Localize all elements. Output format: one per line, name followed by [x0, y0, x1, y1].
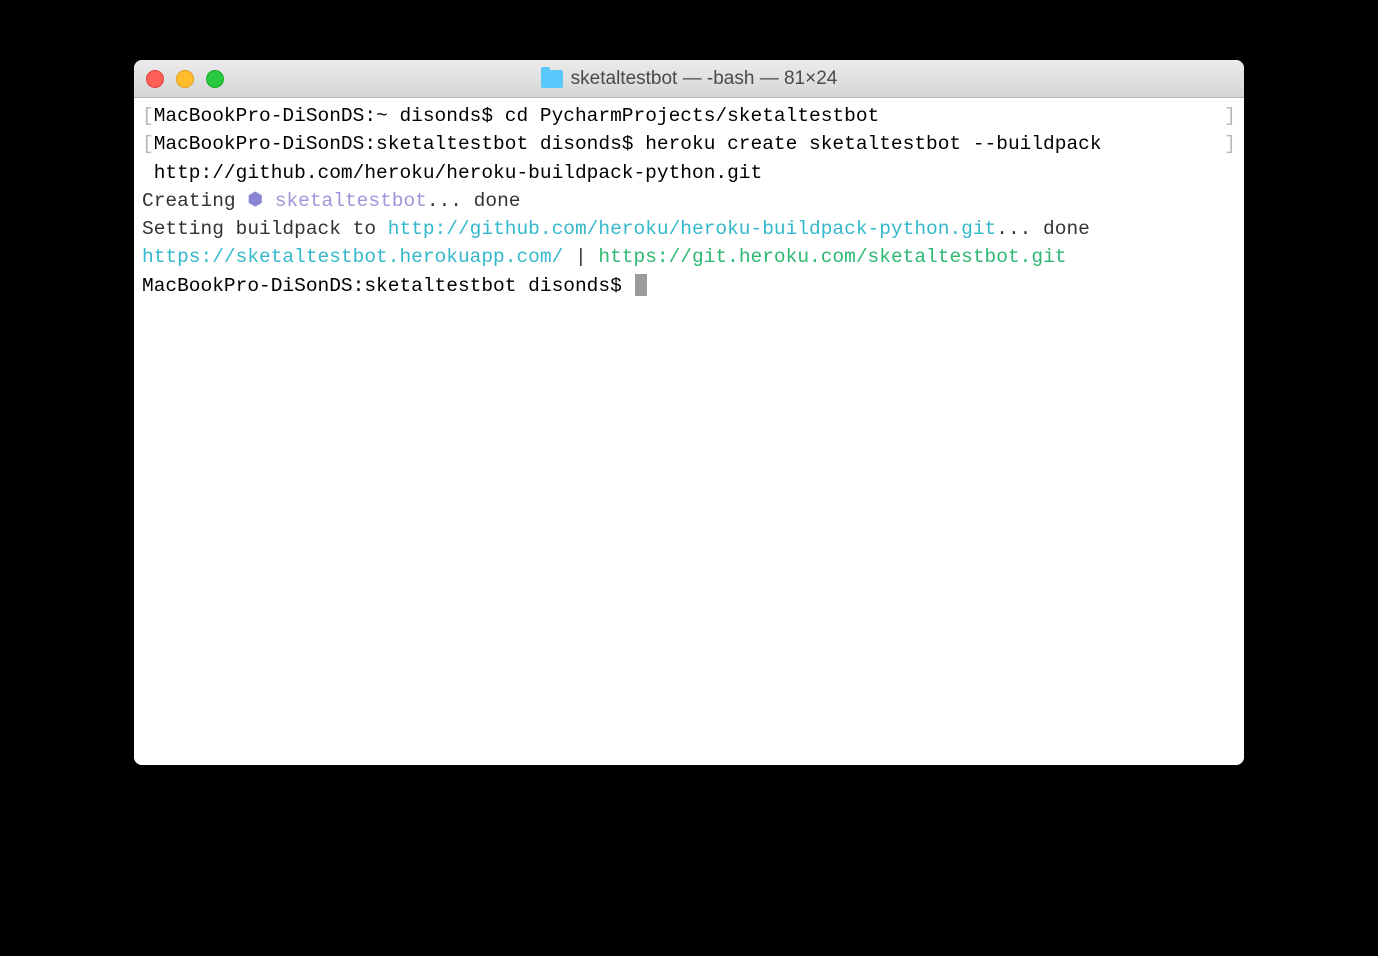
- creating-label: Creating: [142, 190, 247, 212]
- command-continuation: http://github.com/heroku/heroku-buildpac…: [142, 162, 762, 184]
- terminal-line: Creating ⬢ sketaltestbot... done: [142, 187, 1236, 215]
- app-url: https://sketaltestbot.herokuapp.com/: [142, 246, 563, 268]
- zoom-button[interactable]: [206, 70, 224, 88]
- terminal-line: Setting buildpack to http://github.com/h…: [142, 215, 1236, 243]
- close-button[interactable]: [146, 70, 164, 88]
- traffic-lights: [146, 70, 224, 88]
- command-text: heroku create sketaltestbot --buildpack: [645, 133, 1101, 155]
- shell-prompt: MacBookPro-DiSonDS:sketaltestbot disonds…: [154, 133, 634, 155]
- terminal-line: [MacBookPro-DiSonDS:~ disonds$ cd Pychar…: [142, 102, 1236, 130]
- command-text: cd PycharmProjects/sketaltestbot: [505, 105, 879, 127]
- terminal-line: http://github.com/heroku/heroku-buildpac…: [142, 159, 1236, 187]
- separator: |: [563, 246, 598, 268]
- window-titlebar[interactable]: sketaltestbot — -bash — 81×24: [134, 60, 1244, 98]
- terminal-line: MacBookPro-DiSonDS:sketaltestbot disonds…: [142, 272, 1236, 300]
- window-title: sketaltestbot — -bash — 81×24: [571, 68, 838, 90]
- shell-prompt: MacBookPro-DiSonDS:~ disonds$: [154, 105, 493, 127]
- setting-label: Setting buildpack to: [142, 218, 388, 240]
- bracket-right: ]: [1224, 130, 1236, 158]
- title-area: sketaltestbot — -bash — 81×24: [134, 68, 1244, 90]
- terminal-line: https://sketaltestbot.herokuapp.com/ | h…: [142, 243, 1236, 271]
- git-url: https://git.heroku.com/sketaltestbot.git: [598, 246, 1066, 268]
- done-text: ... done: [427, 190, 521, 212]
- bracket-left: [: [142, 105, 154, 127]
- done-text: ... done: [996, 218, 1090, 240]
- cursor: [635, 274, 647, 296]
- app-name: sketaltestbot: [275, 190, 427, 212]
- shell-prompt: MacBookPro-DiSonDS:sketaltestbot disonds…: [142, 275, 622, 297]
- bracket-right: ]: [1224, 102, 1236, 130]
- terminal-content[interactable]: [MacBookPro-DiSonDS:~ disonds$ cd Pychar…: [134, 98, 1244, 765]
- minimize-button[interactable]: [176, 70, 194, 88]
- terminal-line: [MacBookPro-DiSonDS:sketaltestbot disond…: [142, 130, 1236, 158]
- folder-icon: [541, 70, 563, 88]
- hexagon-icon: ⬢: [247, 188, 263, 214]
- bracket-left: [: [142, 133, 154, 155]
- buildpack-url: http://github.com/heroku/heroku-buildpac…: [388, 218, 997, 240]
- terminal-window: sketaltestbot — -bash — 81×24 [MacBookPr…: [134, 60, 1244, 765]
